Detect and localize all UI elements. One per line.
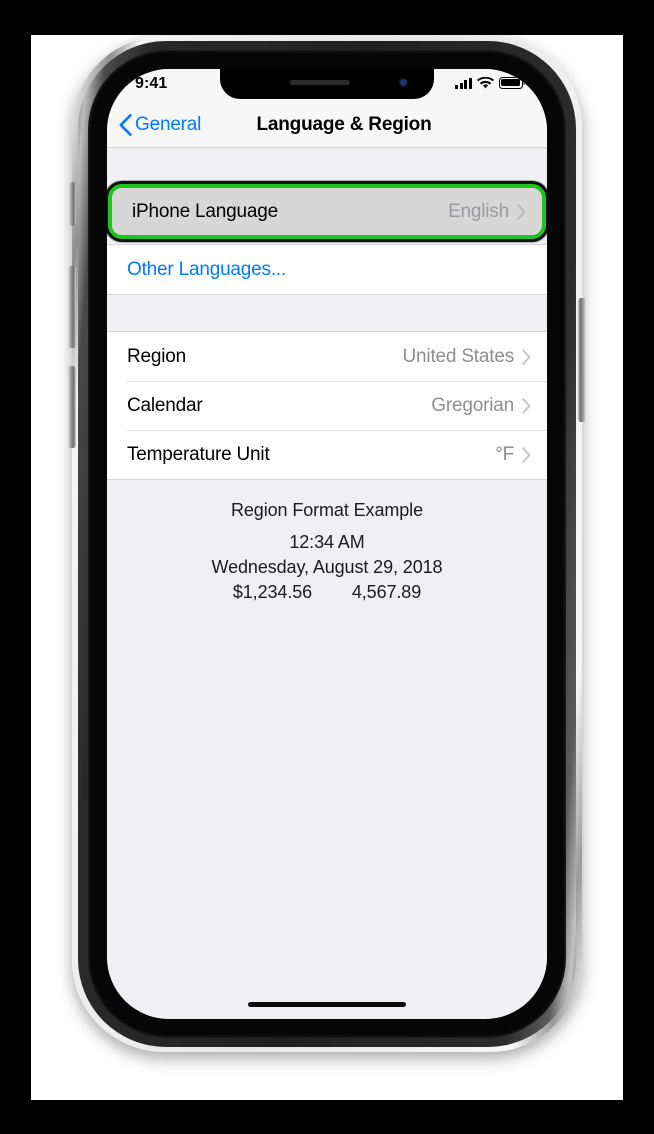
calendar-value: Gregorian [431,394,514,416]
status-bar-time: 9:41 [135,75,168,92]
calendar-label: Calendar [127,394,203,416]
iphone-language-label: iPhone Language [132,200,278,222]
navigation-bar: General Language & Region [107,103,547,148]
speaker-grille [289,80,350,85]
region-format-example-title: Region Format Example [231,500,423,520]
region-format-example-time: 12:34 AM [289,532,365,552]
home-indicator[interactable] [248,1002,406,1007]
other-languages-group: Other Languages... [107,244,547,295]
power-button[interactable] [578,298,586,422]
temperature-unit-label: Temperature Unit [127,443,270,465]
region-format-example-date: Wednesday, August 29, 2018 [211,557,443,577]
region-section: Region United States Calendar Gregorian [107,331,547,480]
region-accessory: United States [403,346,531,368]
volume-down-button[interactable] [68,366,76,448]
chevron-right-icon [517,203,526,220]
battery-full-icon [498,77,525,89]
other-languages-label: Other Languages... [127,258,287,280]
silent-switch-button[interactable] [69,182,76,226]
green-highlight-box: iPhone Language English [108,184,546,239]
section-spacer-top [107,148,547,179]
temperature-unit-value: °F [495,443,514,465]
screenshot-root: 9:41 General Language & Region iPhone La… [0,0,654,1134]
cellular-bars-icon [455,77,472,89]
region-label: Region [127,345,187,367]
status-bar-indicators [455,77,525,89]
region-format-example-currency: $1,234.56 [232,582,313,602]
sidebar-item-iphone-language[interactable]: iPhone Language English [112,188,542,235]
sidebar-item-temperature-unit[interactable]: Temperature Unit °F [107,430,547,479]
highlight-wrapper: iPhone Language English [108,179,546,244]
chevron-right-icon [522,446,531,463]
chevron-right-icon [522,397,531,414]
settings-content: iPhone Language English Other Languages.… [107,148,547,1019]
wifi-icon [476,77,494,89]
front-camera-icon [399,78,408,87]
device-screen: 9:41 General Language & Region iPhone La… [107,69,547,1019]
temperature-unit-accessory: °F [495,444,531,466]
region-value: United States [402,345,515,367]
region-format-example-number: 4,567.89 [351,582,422,602]
sidebar-item-other-languages[interactable]: Other Languages... [107,245,547,294]
section-spacer-middle [107,295,547,331]
iphone-device: 9:41 General Language & Region iPhone La… [68,36,586,1052]
volume-up-button[interactable] [68,266,76,348]
sidebar-item-region[interactable]: Region United States [107,332,547,381]
region-format-example-numbers: $1,234.56 4,567.89 [107,580,547,605]
region-format-example: Region Format Example 12:34 AM Wednesday… [107,480,547,605]
iphone-language-value: English [448,200,509,222]
iphone-language-accessory: English [448,201,526,223]
language-section: iPhone Language English Other Languages.… [107,179,547,295]
notch [220,69,434,99]
chevron-right-icon [522,348,531,365]
calendar-accessory: Gregorian [431,395,531,417]
page-title: Language & Region [256,114,432,135]
sidebar-item-calendar[interactable]: Calendar Gregorian [107,381,547,430]
